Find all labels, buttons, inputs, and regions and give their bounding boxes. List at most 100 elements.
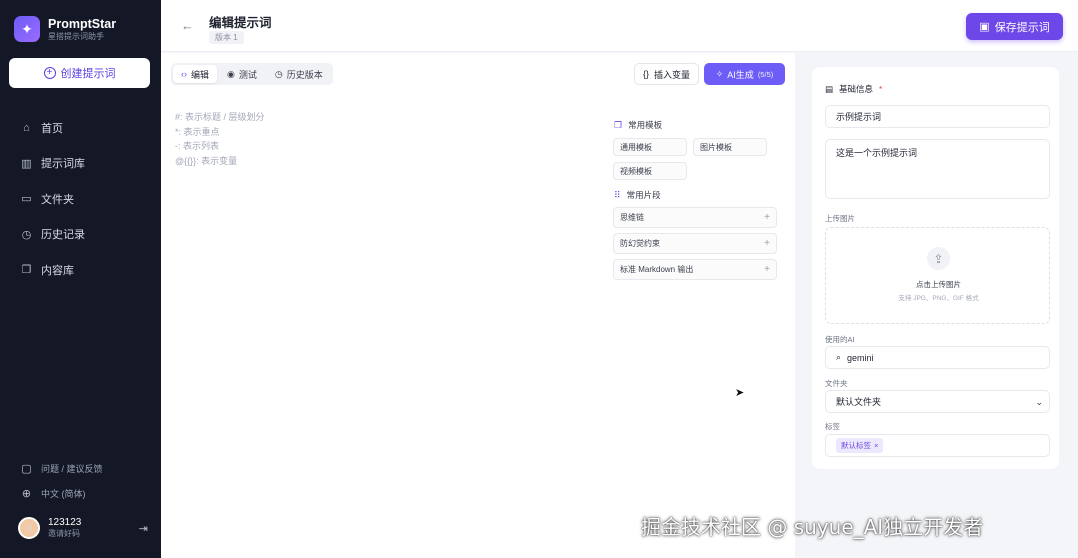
editor-pane: ‹› 编辑 ◉ 测试 ◷ 历史版本 {} 插入变量 ✧ AI生成 (5/5) #…: [161, 53, 795, 558]
placeholder-line: #: 表示标题 / 层级划分: [175, 112, 265, 122]
brand-name: PromptStar: [48, 16, 117, 31]
basic-info-card: ▤ 基础信息 * 示例提示词 这是一个示例提示词 上传图片 ⇪ 点击上传图片 支…: [812, 67, 1059, 469]
sidebar-nav: ⌂ 首页 ▥ 提示词库 ▭ 文件夹 ◷ 历史记录 ❐ 内容库: [0, 110, 161, 288]
feedback-link[interactable]: ▢ 问题 / 建议反馈: [0, 456, 161, 481]
snippet-label: 防幻觉约束: [620, 239, 660, 248]
close-icon[interactable]: ×: [874, 441, 878, 450]
ai-generate-button[interactable]: ✧ AI生成 (5/5): [704, 63, 785, 85]
save-prompt-label: 保存提示词: [994, 21, 1050, 34]
braces-icon: {}: [643, 69, 650, 79]
insert-variable-button[interactable]: {} 插入变量: [634, 63, 700, 85]
feedback-icon: ▢: [21, 463, 32, 475]
snippet-list: 思维链 + 防幻觉约束 + 标准 Markdown 输出 +: [605, 202, 785, 280]
search-icon: ⌕: [836, 352, 842, 362]
page-title: 编辑提示词: [209, 16, 272, 30]
folder-icon: ▭: [21, 193, 32, 206]
eye-icon: ◉: [227, 68, 235, 79]
sidebar-item-content[interactable]: ❐ 内容库: [0, 252, 161, 288]
history-icon: ◷: [21, 228, 32, 241]
sidebar-item-folder[interactable]: ▭ 文件夹: [0, 181, 161, 217]
globe-icon: ⊕: [21, 488, 32, 500]
template-icon: ❐: [614, 119, 623, 130]
template-chip[interactable]: 图片模板: [693, 138, 767, 156]
save-prompt-button[interactable]: ▣ 保存提示词: [966, 13, 1063, 40]
quick-insert-panel: ❐ 常用模板 通用模板 图片模板 视频模板 ⠿ 常用片段 思维链 + 防幻觉约束…: [605, 110, 785, 300]
sidebar-footer: ▢ 问题 / 建议反馈 ⊕ 中文 (简体): [0, 456, 161, 506]
ai-search-input[interactable]: ⌕ gemini: [825, 346, 1050, 369]
insert-variable-label: 插入变量: [654, 69, 691, 80]
drag-handle-icon: ⠿: [614, 189, 621, 200]
description-textarea[interactable]: 这是一个示例提示词: [825, 139, 1050, 199]
tag-chip[interactable]: 默认标签 ×: [836, 438, 884, 453]
content-icon: ❐: [21, 264, 32, 277]
brand-subtitle: 星搭提示词助手: [48, 31, 104, 41]
library-icon: ▥: [21, 157, 32, 170]
snippet-item[interactable]: 标准 Markdown 输出 +: [613, 259, 777, 280]
tab-label: 测试: [238, 69, 257, 80]
logout-icon[interactable]: ⇥: [139, 522, 148, 535]
tag-label: 默认标签: [841, 441, 871, 450]
mouse-cursor-icon: ➤: [735, 387, 745, 399]
create-prompt-label: 创建提示词: [60, 68, 116, 80]
template-chip[interactable]: 通用模板: [613, 138, 687, 156]
top-bar: ← 编辑提示词 版本 1 ▣ 保存提示词: [161, 0, 1078, 52]
ai-value: gemini: [847, 352, 874, 363]
plus-circle-icon: +: [43, 67, 56, 79]
snippet-item[interactable]: 防幻觉约束 +: [613, 233, 777, 254]
section-header: ▤ 基础信息 *: [825, 83, 882, 95]
sidebar-item-library[interactable]: ▥ 提示词库: [0, 146, 161, 182]
sidebar-item-home[interactable]: ⌂ 首页: [0, 110, 161, 146]
upload-text: 点击上传图片: [916, 280, 961, 289]
user-subtitle: 邀请好码: [48, 529, 80, 538]
snippets-header: ⠿ 常用片段: [605, 188, 785, 202]
placeholder-line: -: 表示列表: [175, 141, 219, 151]
tags-label: 标签: [825, 422, 840, 431]
image-upload-dropzone[interactable]: ⇪ 点击上传图片 支持 JPG、PNG、GIF 格式: [825, 227, 1050, 324]
tab-label: 编辑: [191, 69, 210, 80]
template-chip[interactable]: 视频模板: [613, 162, 687, 180]
section-title: 基础信息: [839, 84, 874, 94]
folder-label: 文件夹: [825, 379, 848, 388]
plus-icon[interactable]: +: [764, 264, 770, 275]
language-switch[interactable]: ⊕ 中文 (简体): [0, 481, 161, 506]
save-icon: ▣: [979, 21, 990, 33]
editor-textarea[interactable]: #: 表示标题 / 层级划分 *: 表示重点 -: 表示列表 @{{}}: 表示…: [175, 110, 265, 168]
ai-generate-count: (5/5): [757, 69, 774, 79]
sidebar-item-label: 首页: [41, 122, 63, 135]
upload-label: 上传图片: [825, 214, 855, 223]
snippet-label: 思维链: [620, 213, 644, 222]
sidebar-item-label: 历史记录: [41, 229, 85, 242]
sidebar-item-label: 提示词库: [41, 158, 85, 171]
document-icon: ▤: [825, 83, 834, 94]
snippets-title: 常用片段: [626, 190, 661, 200]
name-input[interactable]: 示例提示词: [825, 105, 1050, 128]
back-arrow-icon[interactable]: ←: [181, 18, 194, 33]
plus-icon[interactable]: +: [764, 238, 770, 249]
feedback-label: 问题 / 建议反馈: [41, 464, 103, 474]
folder-select[interactable]: 默认文件夹 ⌄: [825, 390, 1050, 413]
tags-input[interactable]: 默认标签 ×: [825, 434, 1050, 457]
magic-wand-icon: ✧: [715, 68, 724, 79]
version-badge: 版本 1: [209, 31, 244, 44]
sidebar-item-label: 文件夹: [41, 193, 74, 206]
tab-history[interactable]: ◷ 历史版本: [267, 65, 331, 83]
editor-tabs: ‹› 编辑 ◉ 测试 ◷ 历史版本: [171, 63, 333, 85]
tab-edit[interactable]: ‹› 编辑: [173, 65, 218, 83]
ai-generate-label: AI生成: [727, 69, 754, 80]
required-mark: *: [879, 84, 883, 94]
tab-test[interactable]: ◉ 测试: [219, 65, 265, 83]
user-profile[interactable]: ☺ 123123 邀请好码 ⇥: [18, 517, 148, 539]
sidebar-item-history[interactable]: ◷ 历史记录: [0, 217, 161, 253]
tab-label: 历史版本: [286, 69, 323, 80]
placeholder-line: @{{}}: 表示变量: [175, 155, 238, 166]
brand[interactable]: ✦ PromptStar 星搭提示词助手: [14, 16, 116, 42]
home-icon: ⌂: [23, 121, 30, 134]
description-value: 这是一个示例提示词: [836, 148, 918, 158]
create-prompt-button[interactable]: + 创建提示词: [9, 58, 150, 88]
sidebar: ✦ PromptStar 星搭提示词助手 + 创建提示词 ⌂ 首页 ▥ 提示词库…: [0, 0, 161, 558]
snippet-item[interactable]: 思维链 +: [613, 207, 777, 228]
clock-icon: ◷: [274, 68, 283, 79]
plus-icon[interactable]: +: [764, 212, 770, 223]
ai-label: 使用的AI: [825, 335, 855, 344]
chevron-down-icon: ⌄: [1035, 397, 1043, 407]
